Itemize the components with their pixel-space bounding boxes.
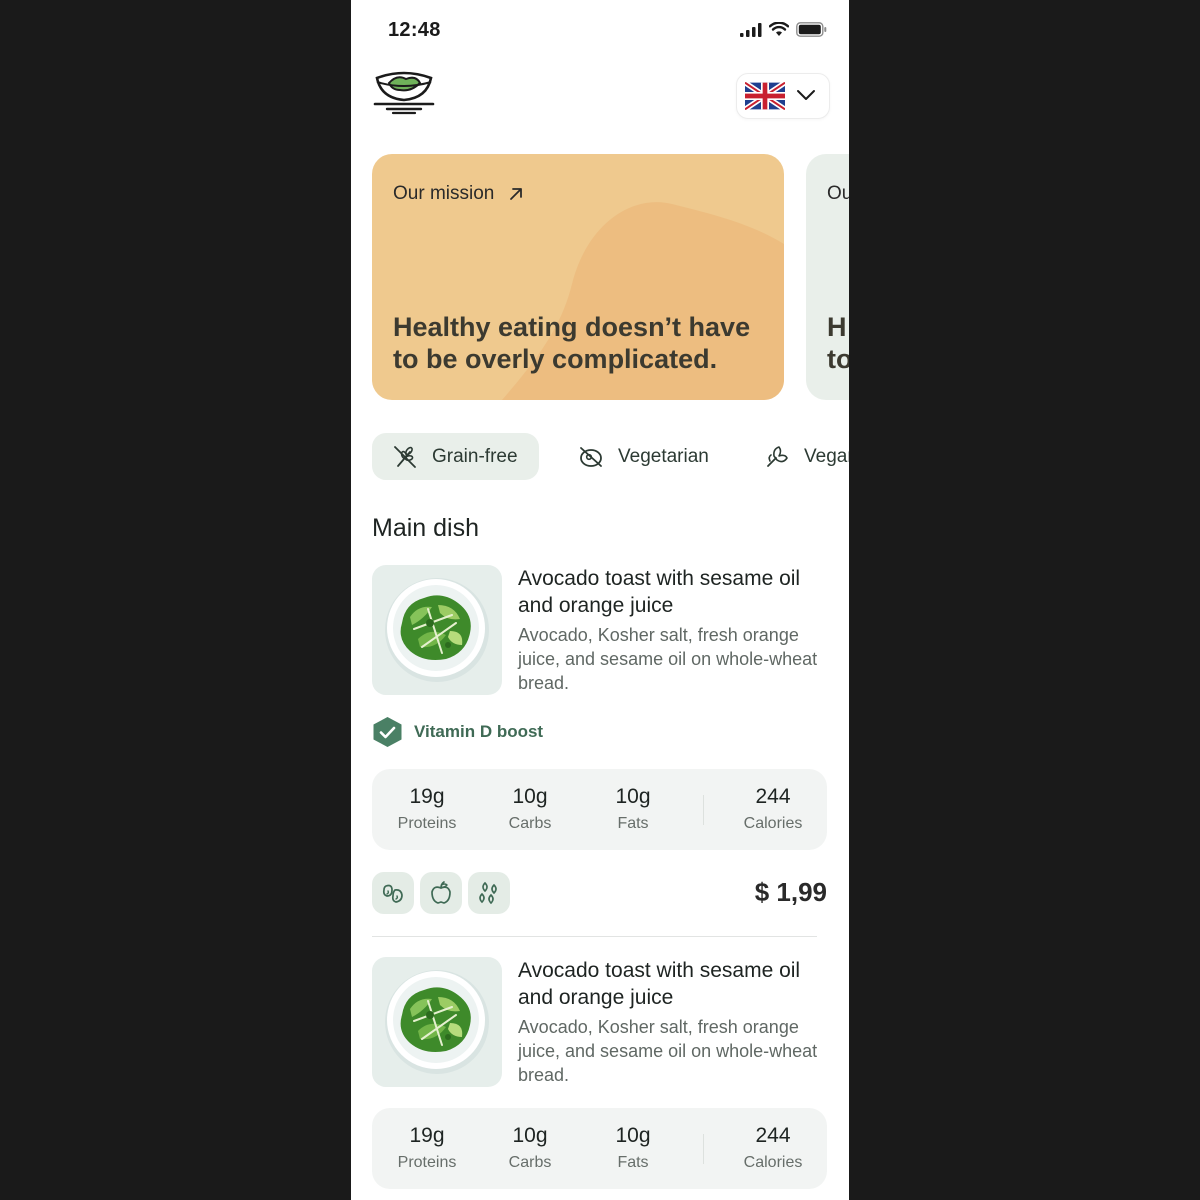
macro-value: 19g	[409, 785, 445, 808]
next-card[interactable]: Ou H to	[806, 154, 849, 400]
macro-label: Carbs	[508, 815, 552, 832]
battery-icon	[796, 22, 827, 37]
salad-bowl-icon[interactable]	[373, 70, 435, 118]
macro-value: 10g	[512, 1124, 548, 1147]
macro-value: 244	[755, 785, 791, 808]
macro-value: 10g	[615, 1124, 651, 1147]
dish-image[interactable]	[372, 957, 502, 1087]
macro-label: Carbs	[508, 1154, 552, 1171]
macro-divider	[703, 1134, 704, 1164]
macro-value: 244	[755, 1124, 791, 1147]
macro-value: 19g	[409, 1124, 445, 1147]
dish-price: $ 1,99	[754, 877, 827, 907]
apple-icon[interactable]	[420, 872, 462, 914]
filter-grain-free[interactable]: Grain-free	[372, 433, 539, 480]
badge-label: Vitamin D boost	[414, 722, 544, 741]
status-icons	[740, 22, 827, 37]
macros-panel: 19g Proteins 10g Carbs 10g Fats 244 Calo…	[372, 1108, 827, 1189]
macro-label: Calories	[743, 815, 803, 832]
macro-label: Proteins	[397, 1154, 457, 1171]
card-kicker-label: Ou	[827, 183, 849, 204]
wifi-icon	[769, 22, 789, 36]
uk-flag-icon	[745, 82, 785, 110]
filter-chips: Grain-free Vegetarian Vegan	[372, 433, 849, 480]
filter-label: Vegetarian	[618, 445, 709, 467]
macro-label: Calories	[743, 1154, 803, 1171]
macro-carbs: 10g Carbs	[485, 1122, 575, 1174]
filter-vegan[interactable]: Vegan	[764, 433, 849, 480]
macro-value: 10g	[615, 785, 651, 808]
nutrition-badge: Vitamin D boost	[372, 716, 543, 748]
macros-panel: 19g Proteins 10g Carbs 10g Fats 244 Calo…	[372, 769, 827, 850]
macro-calories: 244 Calories	[728, 783, 818, 835]
phone-screen: 12:48 Our mission Healthy eating doesn’t…	[351, 0, 849, 1200]
macro-label: Proteins	[397, 815, 457, 832]
filter-vegetarian[interactable]: Vegetarian	[578, 433, 709, 480]
card-headline: H to	[827, 312, 849, 374]
filter-label: Vegan	[804, 445, 849, 467]
dish-title[interactable]: Avocado toast with sesame oil and orange…	[518, 565, 818, 619]
language-selector[interactable]	[736, 73, 830, 119]
signal-icon	[740, 22, 762, 37]
shield-check-icon	[373, 717, 402, 747]
macro-proteins: 19g Proteins	[382, 783, 472, 835]
dish-title[interactable]: Avocado toast with sesame oil and orange…	[518, 957, 818, 1011]
status-time: 12:48	[388, 19, 441, 41]
grain-free-icon	[394, 445, 416, 468]
macro-carbs: 10g Carbs	[485, 783, 575, 835]
section-title: Main dish	[372, 514, 479, 542]
macro-divider	[703, 795, 704, 825]
beans-icon[interactable]	[372, 872, 414, 914]
arrow-up-right-icon	[510, 188, 523, 200]
card-headline: Healthy eating doesn’t have to be overly…	[393, 312, 751, 374]
filter-label: Grain-free	[432, 445, 518, 467]
dish-description: Avocado, Kosher salt, fresh orange juice…	[518, 625, 818, 693]
vegetarian-icon	[580, 446, 602, 467]
dish-divider	[372, 936, 817, 937]
card-kicker: Our mission	[393, 183, 524, 205]
dish-image[interactable]	[372, 565, 502, 695]
macro-label: Fats	[617, 1154, 649, 1171]
seeds-icon[interactable]	[468, 872, 510, 914]
chevron-down-icon	[797, 90, 815, 100]
macro-proteins: 19g Proteins	[382, 1122, 472, 1174]
diet-icons	[372, 872, 510, 914]
macro-fats: 10g Fats	[588, 783, 678, 835]
card-kicker-label: Our mission	[393, 183, 495, 204]
vegan-icon	[767, 445, 788, 467]
macro-fats: 10g Fats	[588, 1122, 678, 1174]
macro-value: 10g	[512, 785, 548, 808]
macro-label: Fats	[617, 815, 649, 832]
dish-description: Avocado, Kosher salt, fresh orange juice…	[518, 1017, 818, 1085]
mission-card[interactable]: Our mission Healthy eating doesn’t have …	[372, 154, 784, 400]
macro-calories: 244 Calories	[728, 1122, 818, 1174]
